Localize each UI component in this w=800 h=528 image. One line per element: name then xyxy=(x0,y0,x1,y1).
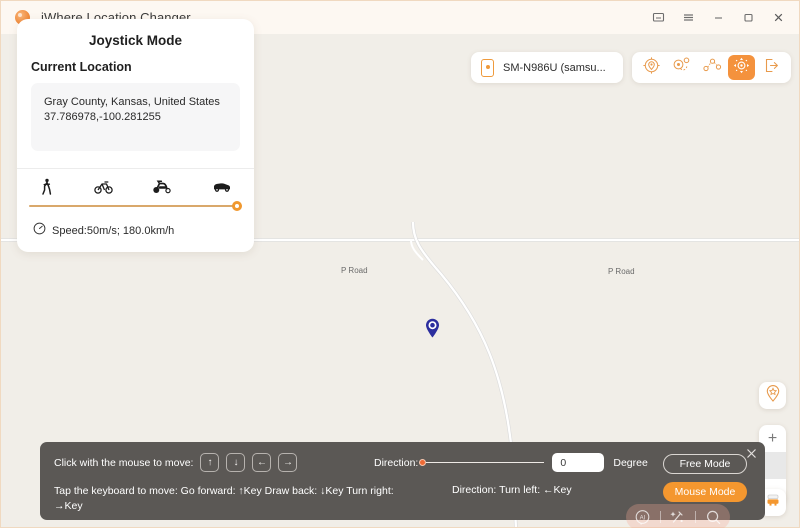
magic-edit-button[interactable] xyxy=(669,509,686,526)
star-pin-icon xyxy=(765,384,781,407)
location-info-box: Gray County, Kansas, United States 37.78… xyxy=(31,83,240,151)
speedometer-icon xyxy=(33,222,46,240)
speed-readout: Speed:50m/s; 180.0km/h xyxy=(17,212,254,252)
two-spot-mode-button[interactable] xyxy=(668,55,695,80)
location-marker-icon[interactable] xyxy=(424,317,441,338)
divider xyxy=(659,511,661,523)
mouse-hint-row: Click with the mouse to move: ↑ ↓ ← → xyxy=(54,453,298,472)
move-left-button[interactable]: ← xyxy=(252,453,272,472)
ai-assistant-button[interactable]: AI xyxy=(634,509,651,526)
svg-text:AI: AI xyxy=(640,515,646,521)
exit-icon xyxy=(762,56,781,80)
joystick-mode-button[interactable] xyxy=(728,55,755,80)
mouse-mode-button[interactable]: Mouse Mode xyxy=(663,482,747,502)
direction-slider-thumb[interactable] xyxy=(419,459,427,466)
speed-slider-thumb[interactable] xyxy=(232,201,242,211)
road-label: P Road xyxy=(341,266,368,275)
free-mode-button[interactable]: Free Mode xyxy=(663,454,747,474)
multi-spot-mode-button[interactable] xyxy=(698,55,725,80)
ai-toolbar: AI xyxy=(626,504,730,528)
menu-icon[interactable] xyxy=(673,5,703,31)
direction-slider-track[interactable] xyxy=(426,461,545,464)
exit-button[interactable] xyxy=(758,55,785,80)
location-name: Gray County, Kansas, United States xyxy=(44,96,220,108)
window-controls xyxy=(643,5,793,31)
multi-spot-route-icon xyxy=(702,56,722,80)
speed-slider-track xyxy=(29,205,242,207)
car-icon[interactable] xyxy=(212,178,232,195)
keyboard-hint-label: Tap the keyboard to move: Go forward: ↑K… xyxy=(54,485,394,512)
degree-input[interactable]: 0 xyxy=(552,453,605,472)
direction-hint-label: Direction: Turn left: ←Key xyxy=(452,484,572,496)
device-name: SM-N986U (samsu... xyxy=(503,61,606,74)
device-selector[interactable]: SM-N986U (samsu... xyxy=(471,52,623,83)
degree-unit-label: Degree xyxy=(613,456,648,469)
bicycle-icon[interactable] xyxy=(93,178,113,195)
walk-icon[interactable] xyxy=(39,178,54,195)
search-button[interactable] xyxy=(705,509,722,526)
target-pin-icon xyxy=(642,56,661,80)
speed-value: Speed:50m/s; 180.0km/h xyxy=(52,225,175,237)
minimize-icon[interactable] xyxy=(703,5,733,31)
feedback-icon[interactable] xyxy=(643,5,673,31)
favorites-button[interactable] xyxy=(759,382,786,409)
app-window: iWhere Location Changer P Road P Road + … xyxy=(0,0,800,528)
mouse-hint-label: Click with the mouse to move: xyxy=(54,456,194,469)
phone-icon xyxy=(481,58,494,77)
mode-toolbar xyxy=(632,52,791,83)
page-title: Joystick Mode xyxy=(88,33,183,48)
two-spot-route-icon xyxy=(672,56,692,80)
move-right-button[interactable]: → xyxy=(278,453,298,472)
speed-mode-icons xyxy=(17,169,254,199)
scooter-icon[interactable] xyxy=(152,178,172,195)
current-location-label: Current Location xyxy=(31,60,132,74)
road-label: P Road xyxy=(608,267,635,276)
close-icon[interactable] xyxy=(763,5,793,31)
teleport-mode-button[interactable] xyxy=(638,55,665,80)
close-icon[interactable] xyxy=(744,446,758,460)
joystick-icon xyxy=(732,56,751,80)
move-down-button[interactable]: ↓ xyxy=(226,453,246,472)
layers-icon xyxy=(765,492,781,513)
move-up-button[interactable]: ↑ xyxy=(200,453,220,472)
maximize-icon[interactable] xyxy=(733,5,763,31)
location-coordinates: 37.786978,-100.281255 xyxy=(44,111,161,123)
speed-slider[interactable] xyxy=(29,200,242,212)
divider xyxy=(695,511,697,523)
direction-control: Direction: 0 Degree xyxy=(374,453,648,472)
joystick-panel: Joystick Mode Current Location Gray Coun… xyxy=(17,19,254,252)
direction-label: Direction: xyxy=(374,456,419,469)
